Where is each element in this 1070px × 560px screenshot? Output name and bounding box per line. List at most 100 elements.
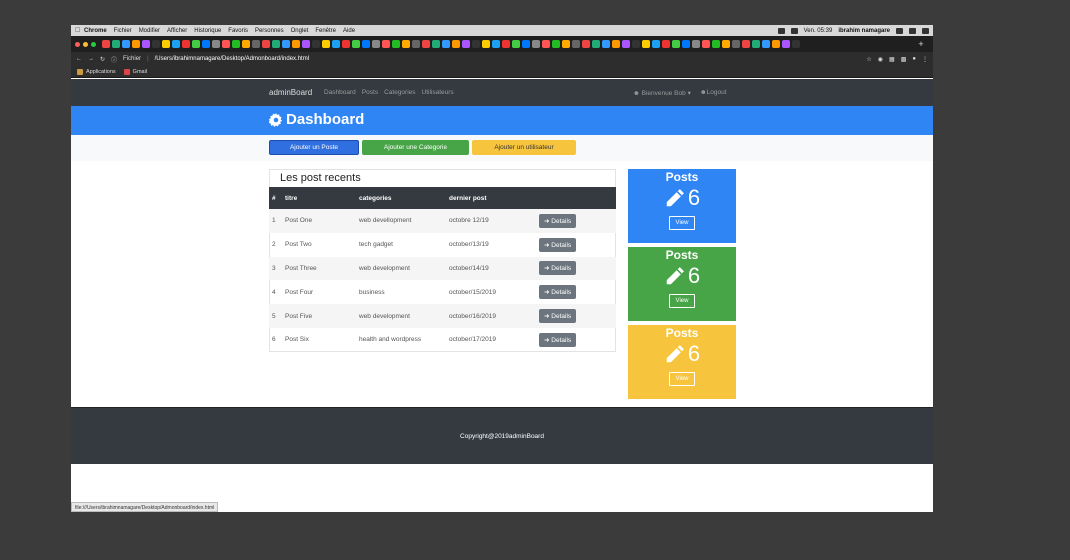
menu-favoris[interactable]: Favoris — [228, 28, 248, 34]
tab-favicon-icon[interactable] — [212, 40, 220, 48]
tab-favicon-icon[interactable] — [302, 40, 310, 48]
zoom-window-icon[interactable] — [91, 41, 96, 47]
details-button[interactable]: ➜ Details — [539, 237, 577, 252]
menu-fenetre[interactable]: Fenêtre — [315, 28, 336, 34]
tab-favicon-icon[interactable] — [362, 40, 370, 48]
nav-utilisateurs[interactable]: Utilisateurs — [422, 89, 454, 96]
url-field[interactable]: /Users/ibrahimnamagare/Desktop/Admonboar… — [155, 56, 309, 62]
menubar-user[interactable]: ibrahim namagare — [838, 28, 890, 34]
tab-favicon-icon[interactable] — [342, 40, 350, 48]
logout-link[interactable]: ☻Logout — [700, 89, 727, 97]
siri-icon[interactable] — [909, 27, 916, 34]
forward-icon[interactable]: → — [88, 56, 94, 62]
bookmark-star-icon[interactable]: ☆ — [866, 56, 871, 63]
nav-posts[interactable]: Posts — [362, 89, 378, 96]
menu-chrome[interactable]: Chrome — [84, 28, 107, 34]
tab-favicon-icon[interactable] — [552, 40, 560, 48]
minimize-window-icon[interactable] — [83, 41, 88, 47]
tab-favicon-icon[interactable] — [382, 40, 390, 48]
tab-favicon-icon[interactable] — [262, 40, 270, 48]
tab-favicon-icon[interactable] — [472, 40, 480, 48]
tab-favicon-icon[interactable] — [142, 40, 150, 48]
view-button[interactable]: View — [668, 294, 696, 308]
menu-afficher[interactable]: Afficher — [167, 28, 187, 34]
tab-favicon-icon[interactable] — [602, 40, 610, 48]
tab-favicon-icon[interactable] — [322, 40, 330, 48]
tab-favicon-icon[interactable] — [752, 40, 760, 48]
add-post-button[interactable]: Ajouter un Poste — [269, 140, 359, 155]
tab-favicon-icon[interactable] — [162, 40, 170, 48]
tab-favicon-icon[interactable] — [422, 40, 430, 48]
close-window-icon[interactable] — [75, 41, 80, 47]
details-button[interactable]: ➜ Details — [539, 285, 577, 300]
details-button[interactable]: ➜ Details — [539, 309, 577, 324]
tab-favicon-icon[interactable] — [582, 40, 590, 48]
menu-aide[interactable]: Aide — [343, 28, 355, 34]
tab-favicon-icon[interactable] — [742, 40, 750, 48]
tab-favicon-icon[interactable] — [122, 40, 130, 48]
tab-favicon-icon[interactable] — [562, 40, 570, 48]
user-dropdown[interactable]: ☻ Bienvenue Bob ▾ — [633, 89, 691, 97]
bookmark-applications[interactable]: Applications — [77, 68, 116, 75]
view-button[interactable]: View — [668, 372, 696, 386]
tab-favicon-icon[interactable] — [722, 40, 730, 48]
tab-favicon-icon[interactable] — [652, 40, 660, 48]
keyboard-icon[interactable] — [790, 27, 798, 34]
tab-favicon-icon[interactable] — [622, 40, 630, 48]
menubar-clock[interactable]: Ven. 05:39 — [804, 28, 833, 34]
tab-favicon-icon[interactable] — [712, 40, 720, 48]
tab-favicon-icon[interactable] — [462, 40, 470, 48]
tab-favicon-icon[interactable] — [412, 40, 420, 48]
tab-favicon-icon[interactable] — [402, 40, 410, 48]
tab-favicon-icon[interactable] — [792, 40, 800, 48]
cast-icon[interactable]: ▩ — [901, 56, 907, 63]
tab-favicon-icon[interactable] — [202, 40, 210, 48]
tab-favicon-icon[interactable] — [452, 40, 460, 48]
tab-favicon-icon[interactable] — [572, 40, 580, 48]
tab-favicon-icon[interactable] — [232, 40, 240, 48]
tab-favicon-icon[interactable] — [332, 40, 340, 48]
tab-favicon-icon[interactable] — [762, 40, 770, 48]
tab-favicon-icon[interactable] — [502, 40, 510, 48]
menu-kebab-icon[interactable]: ⋮ — [922, 56, 928, 63]
tab-favicon-icon[interactable] — [542, 40, 550, 48]
tab-favicon-icon[interactable] — [102, 40, 110, 48]
tab-favicon-icon[interactable] — [172, 40, 180, 48]
tab-favicon-icon[interactable] — [252, 40, 260, 48]
tab-favicon-icon[interactable] — [732, 40, 740, 48]
extension-icon[interactable]: ◉ — [878, 56, 883, 63]
back-icon[interactable]: ← — [76, 56, 82, 62]
tab-favicon-icon[interactable] — [592, 40, 600, 48]
tab-favicon-icon[interactable] — [112, 40, 120, 48]
brand-link[interactable]: adminBoard — [269, 88, 312, 97]
tab-favicon-icon[interactable] — [392, 40, 400, 48]
tab-favicon-icon[interactable] — [132, 40, 140, 48]
tab-favicon-icon[interactable] — [682, 40, 690, 48]
tab-favicon-icon[interactable] — [192, 40, 200, 48]
tab-favicon-icon[interactable] — [372, 40, 380, 48]
tab-favicon-icon[interactable] — [672, 40, 680, 48]
nav-dashboard[interactable]: Dashboard — [324, 89, 356, 96]
details-button[interactable]: ➜ Details — [539, 261, 577, 276]
tab-favicon-icon[interactable] — [692, 40, 700, 48]
tab-favicon-icon[interactable] — [312, 40, 320, 48]
tab-favicon-icon[interactable] — [442, 40, 450, 48]
bookmark-gmail[interactable]: Gmail — [123, 68, 147, 75]
tab-favicon-icon[interactable] — [152, 40, 160, 48]
tab-favicon-icon[interactable] — [182, 40, 190, 48]
menu-historique[interactable]: Historique — [194, 28, 221, 34]
reload-icon[interactable]: ↻ — [100, 56, 105, 63]
spotlight-icon[interactable] — [896, 27, 903, 34]
tab-favicon-icon[interactable] — [222, 40, 230, 48]
info-icon[interactable]: ⓘ — [111, 55, 117, 64]
add-category-button[interactable]: Ajouter une Categorie — [362, 140, 469, 155]
menu-onglet[interactable]: Onglet — [291, 28, 309, 34]
apple-icon[interactable]:  — [75, 27, 84, 34]
details-button[interactable]: ➜ Details — [539, 332, 577, 347]
tab-favicon-icon[interactable] — [512, 40, 520, 48]
tab-favicon-icon[interactable] — [352, 40, 360, 48]
profile-avatar[interactable]: ● — [912, 56, 916, 63]
tab-favicon-icon[interactable] — [282, 40, 290, 48]
tab-favicon-icon[interactable] — [292, 40, 300, 48]
tab-favicon-icon[interactable] — [612, 40, 620, 48]
